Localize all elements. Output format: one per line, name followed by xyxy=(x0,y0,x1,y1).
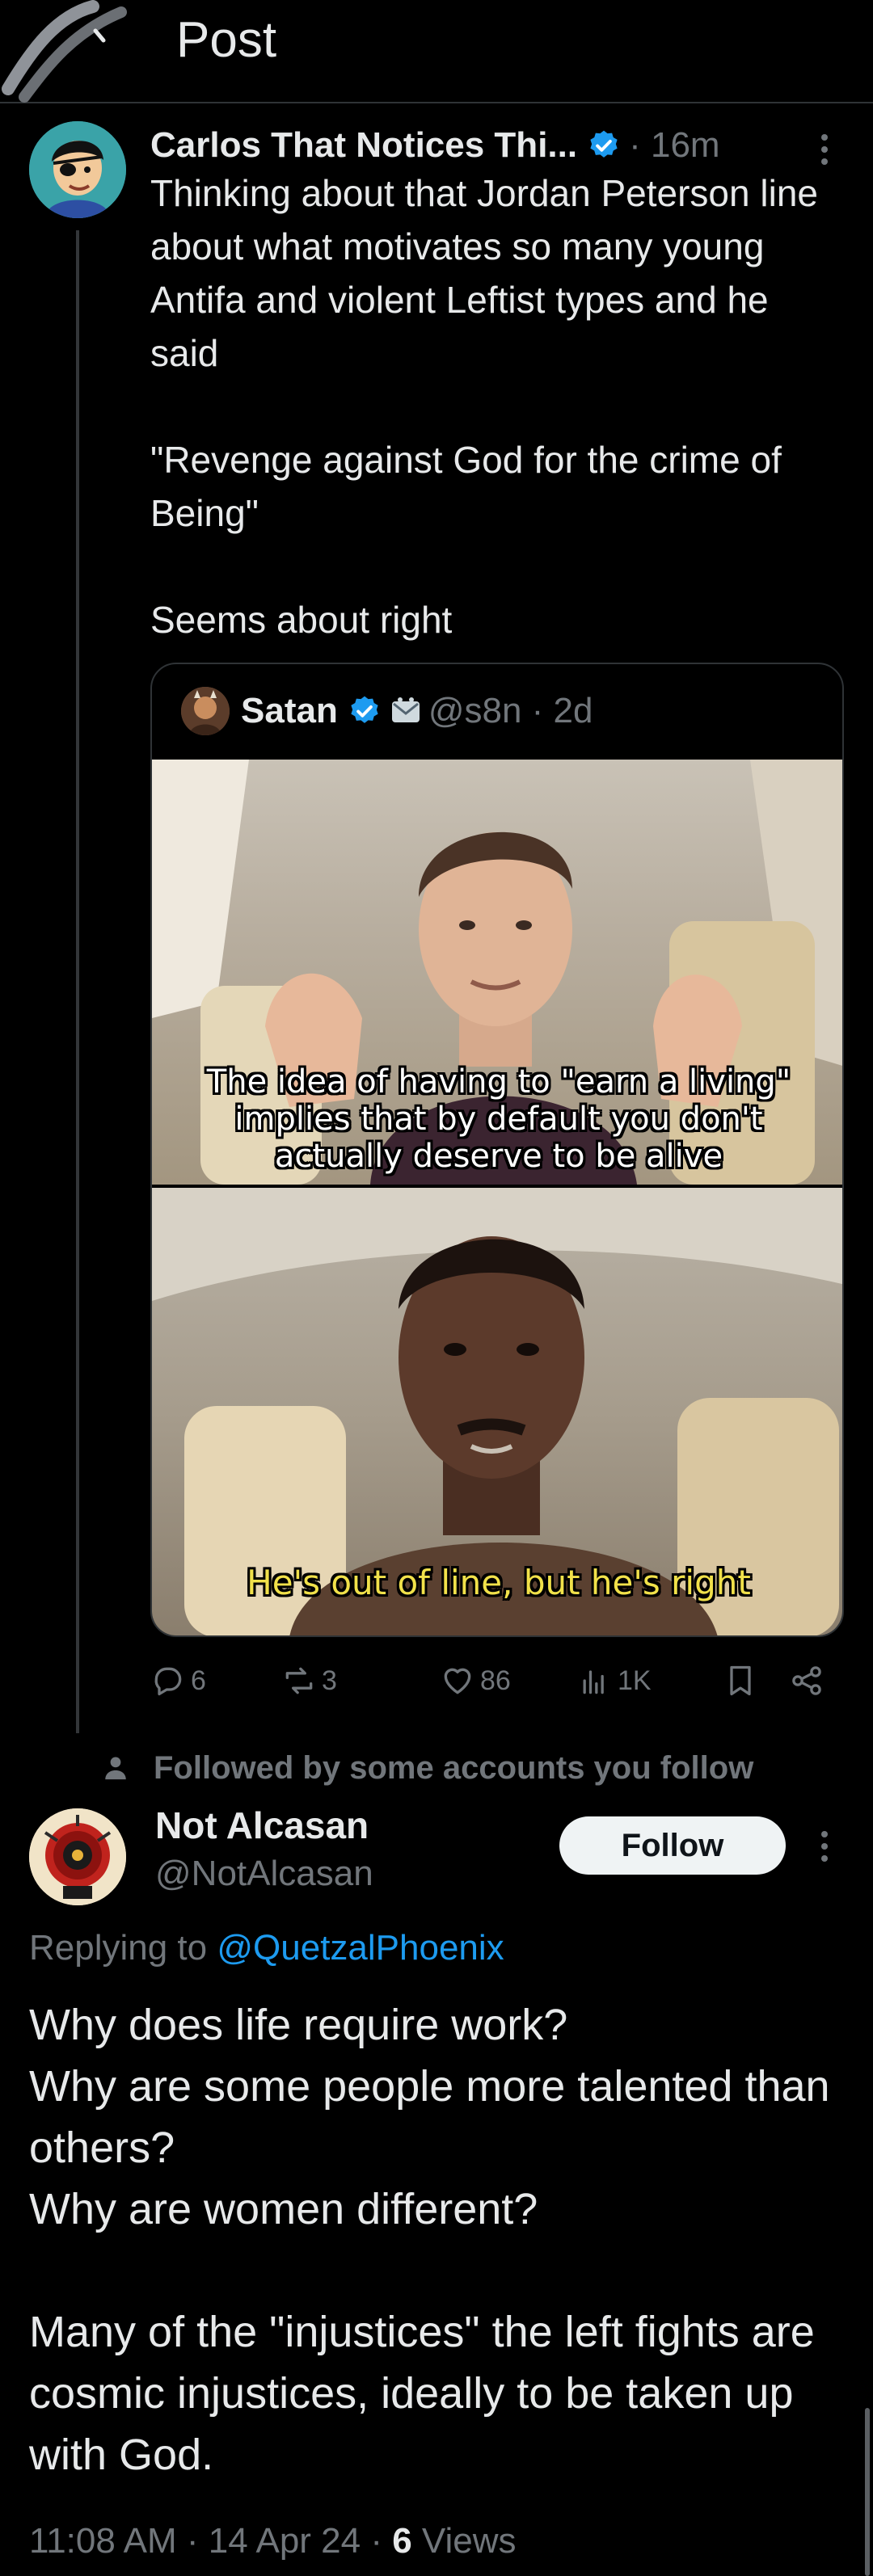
thread-line xyxy=(76,230,79,1733)
views-count: 1K xyxy=(618,1665,652,1696)
quote-author-name: Satan xyxy=(241,691,338,730)
post-meta: 11:08 AM · 14 Apr 24 · 6 Views xyxy=(29,2521,517,2561)
page-title: Post xyxy=(176,12,277,68)
quote-header: Satan @s8n · 2d xyxy=(181,687,593,735)
back-scribble-icon[interactable] xyxy=(0,0,137,103)
reply-count: 6 xyxy=(191,1665,206,1696)
reply-author-name[interactable]: Not Alcasan xyxy=(155,1804,369,1847)
meme-caption-bottom: He's out of line, but he's right xyxy=(247,1563,751,1602)
meme-caption-top: The idea of having to "earn a living" im… xyxy=(206,1063,791,1175)
reply-icon xyxy=(154,1667,182,1696)
repost-icon xyxy=(285,1667,313,1694)
replying-to-link[interactable]: @QuetzalPhoenix xyxy=(217,1928,504,1968)
social-context: Followed by some accounts you follow xyxy=(102,1745,753,1791)
reply-text: Why does life require work? Why are some… xyxy=(29,2001,830,2479)
action-bar: 6 3 86 1K xyxy=(150,1656,846,1705)
reply-button[interactable]: 6 xyxy=(150,1656,206,1705)
bookmark-icon xyxy=(730,1665,751,1696)
meta-views-label: Views xyxy=(411,2521,517,2561)
more-icon[interactable] xyxy=(812,1826,837,1867)
meta-time[interactable]: 11:08 AM · 14 Apr 24 · xyxy=(29,2521,392,2561)
header: Post xyxy=(0,0,873,103)
mail-icon xyxy=(391,697,420,722)
repost-button[interactable]: 3 xyxy=(281,1656,337,1705)
meme-image[interactable]: The idea of having to "earn a living" im… xyxy=(152,760,842,1635)
person-icon xyxy=(105,1757,126,1780)
author-name[interactable]: Carlos That Notices Thi... xyxy=(150,125,577,166)
post-header: Carlos That Notices Thi... · 16m xyxy=(150,120,720,171)
share-button[interactable] xyxy=(789,1656,829,1705)
follow-button[interactable]: Follow xyxy=(559,1816,786,1875)
quote-handle: @s8n · 2d xyxy=(428,691,593,730)
meme-panel-top: The idea of having to "earn a living" im… xyxy=(152,760,842,1185)
avatar[interactable] xyxy=(29,121,126,218)
meme-panel-bottom: He's out of line, but he's right xyxy=(152,1188,842,1635)
reply-avatar-image xyxy=(29,1808,126,1905)
views-icon xyxy=(583,1670,604,1694)
more-icon[interactable] xyxy=(812,129,837,170)
views-button[interactable]: 1K xyxy=(577,1656,652,1705)
quote-avatar-image xyxy=(181,687,230,735)
verified-icon xyxy=(590,130,618,158)
post-time[interactable]: · 16m xyxy=(629,125,719,166)
verified-icon xyxy=(351,696,378,723)
like-count: 86 xyxy=(480,1665,511,1696)
post-text: Thinking about that Jordan Peterson line… xyxy=(150,172,818,641)
like-icon xyxy=(444,1668,471,1694)
avatar-image xyxy=(29,121,126,218)
like-button[interactable]: 86 xyxy=(440,1656,511,1705)
reply-avatar[interactable] xyxy=(29,1808,126,1905)
meta-views-count: 6 xyxy=(392,2521,412,2561)
replying-to: Replying to @QuetzalPhoenix xyxy=(29,1928,504,1968)
reply-author-handle[interactable]: @NotAlcasan xyxy=(155,1854,373,1894)
quoted-post[interactable]: Satan @s8n · 2d The idea of having to "e… xyxy=(150,663,844,1637)
scrollbar[interactable] xyxy=(865,2408,870,2576)
social-context-text: Followed by some accounts you follow xyxy=(154,1749,754,1786)
quote-avatar xyxy=(181,687,230,735)
bookmark-button[interactable] xyxy=(723,1656,763,1705)
share-icon xyxy=(792,1666,821,1695)
replying-to-prefix: Replying to xyxy=(29,1928,217,1968)
repost-count: 3 xyxy=(322,1665,337,1696)
